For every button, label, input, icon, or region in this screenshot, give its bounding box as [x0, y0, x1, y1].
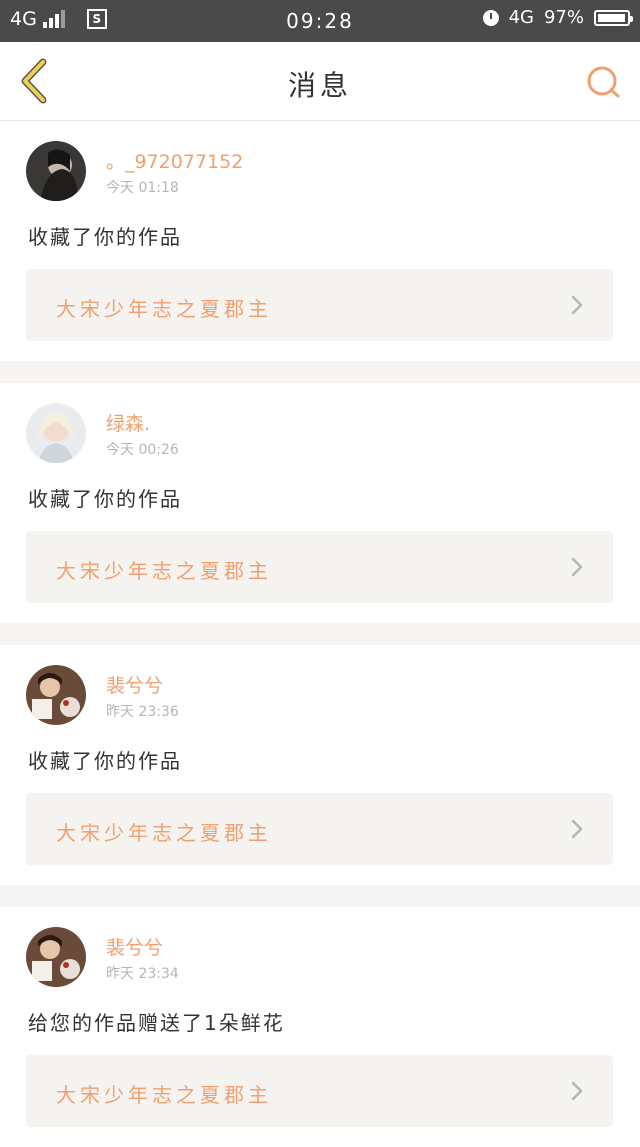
username[interactable]: 裴兮兮: [106, 671, 163, 698]
work-title: 大宋少年志之夏郡主: [56, 559, 272, 583]
notification-card: 。_972077152 今天 01:18 收藏了你的作品 大宋少年志之夏郡主: [0, 121, 640, 361]
chevron-right-icon: [571, 819, 583, 839]
chevron-right-icon: [571, 557, 583, 577]
timestamp: 昨天 23:34: [106, 966, 179, 982]
notification-message: 给您的作品赠送了1朵鲜花: [28, 1011, 285, 1035]
username[interactable]: 裴兮兮: [106, 933, 163, 960]
search-icon: [587, 66, 620, 98]
divider: [0, 361, 640, 383]
status-right: 4G 97%: [482, 6, 633, 28]
notification-message: 收藏了你的作品: [28, 487, 182, 511]
notification-card: 裴兮兮 昨天 23:34 给您的作品赠送了1朵鲜花 大宋少年志之夏郡主: [0, 907, 640, 1147]
search-button[interactable]: [582, 60, 626, 104]
work-link[interactable]: 大宋少年志之夏郡主: [26, 531, 613, 603]
username[interactable]: 。_972077152: [106, 147, 243, 174]
notification-card: 裴兮兮 昨天 23:36 收藏了你的作品 大宋少年志之夏郡主: [0, 645, 640, 885]
work-title: 大宋少年志之夏郡主: [56, 297, 272, 321]
avatar[interactable]: [26, 665, 86, 725]
page-title: 消息: [287, 69, 352, 102]
avatar[interactable]: [26, 141, 86, 201]
work-title: 大宋少年志之夏郡主: [56, 1083, 272, 1107]
chevron-right-icon: [571, 1081, 583, 1101]
timestamp: 今天 00:26: [106, 442, 179, 458]
header: 消息: [0, 42, 640, 121]
status-bar: 4G S 09:28 4G 97%: [0, 0, 640, 42]
timestamp: 今天 01:18: [106, 180, 179, 196]
battery-icon: [594, 9, 633, 26]
avatar[interactable]: [26, 403, 86, 463]
work-link[interactable]: 大宋少年志之夏郡主: [26, 269, 613, 341]
work-link[interactable]: 大宋少年志之夏郡主: [26, 1055, 613, 1127]
work-link[interactable]: 大宋少年志之夏郡主: [26, 793, 613, 865]
divider: [0, 885, 640, 907]
battery-percent: 97%: [543, 7, 584, 28]
alarm-icon: [482, 9, 499, 26]
notification-message: 收藏了你的作品: [28, 225, 182, 249]
work-title: 大宋少年志之夏郡主: [56, 821, 272, 845]
divider: [0, 623, 640, 645]
notification-message: 收藏了你的作品: [28, 749, 182, 773]
notification-card: 绿森. 今天 00:26 收藏了你的作品 大宋少年志之夏郡主: [0, 383, 640, 623]
notification-list: 。_972077152 今天 01:18 收藏了你的作品 大宋少年志之夏郡主 绿…: [0, 121, 640, 1147]
avatar[interactable]: [26, 927, 86, 987]
chevron-right-icon: [571, 295, 583, 315]
username[interactable]: 绿森.: [106, 409, 150, 436]
network-right-label: 4G: [508, 6, 534, 28]
timestamp: 昨天 23:36: [106, 704, 179, 720]
